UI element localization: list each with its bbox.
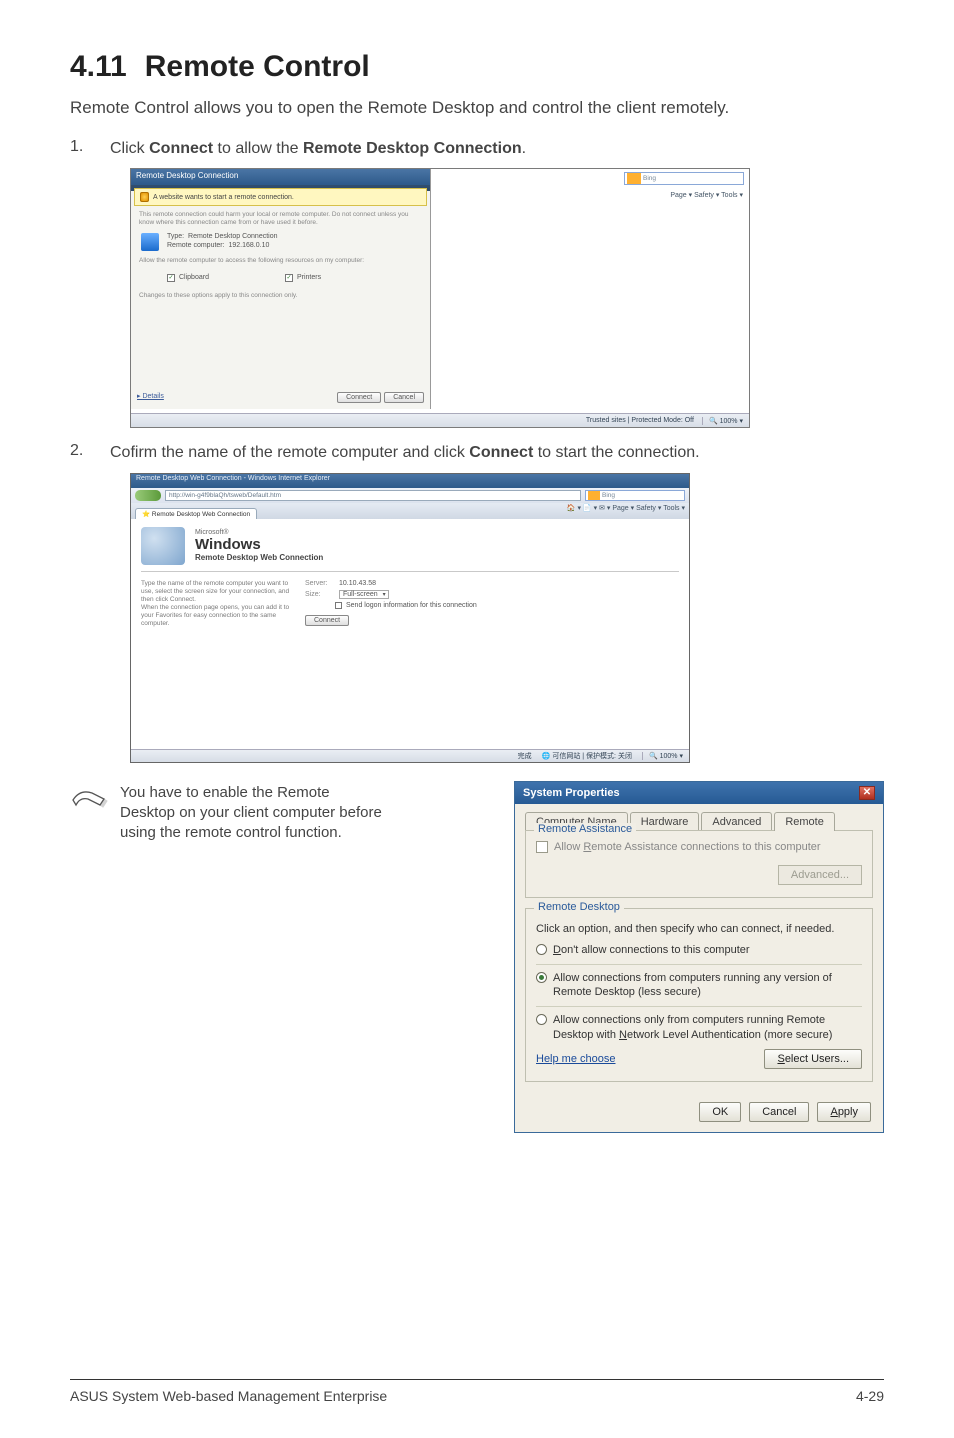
note-pencil-icon	[70, 785, 110, 815]
changes-note: Changes to these options apply to this c…	[139, 292, 422, 300]
windows-label: Windows	[195, 536, 323, 553]
rdweb-subtitle: Remote Desktop Web Connection	[195, 553, 323, 562]
allow-resources-text: Allow the remote computer to access the …	[139, 257, 422, 265]
ok-button[interactable]: OK	[699, 1102, 741, 1122]
radio-allow-nla[interactable]: Allow connections only from computers ru…	[536, 1013, 862, 1042]
radio-dont-allow[interactable]: Don't allow connections to this computer	[536, 943, 862, 957]
rdweb-connect-button[interactable]: Connect	[305, 615, 349, 626]
warning-description: This remote connection could harm your l…	[139, 211, 422, 227]
bing-icon	[588, 491, 600, 500]
ie-search-box[interactable]: Bing	[585, 490, 685, 501]
size-label: Size:	[305, 591, 335, 598]
microsoft-label: Microsoft®	[195, 529, 323, 536]
bing-icon	[627, 173, 641, 184]
ie-search-box[interactable]: Bing	[624, 172, 744, 185]
help-me-choose-link[interactable]: Help me choose	[536, 1053, 616, 1065]
apply-button[interactable]: Apply	[817, 1102, 871, 1122]
screenshot-rdweb: Remote Desktop Web Connection - Windows …	[130, 473, 690, 763]
tab-hardware[interactable]: Hardware	[630, 812, 700, 831]
checkbox-icon: ✓	[167, 274, 175, 282]
step-text: Cofirm the name of the remote computer a…	[110, 442, 884, 464]
allow-remote-assistance-checkbox[interactable]: Allow Remote Assistance connections to t…	[536, 841, 862, 853]
page-footer: ASUS System Web-based Management Enterpr…	[70, 1379, 884, 1404]
step-number: 1.	[70, 138, 110, 160]
size-select[interactable]: Full-screen	[339, 590, 389, 599]
system-properties-dialog: System Properties ✕ Computer Name Hardwa…	[514, 781, 884, 1133]
dialog-title: System Properties	[523, 787, 620, 799]
dialog-title: Remote Desktop Connection	[131, 169, 430, 185]
type-value: Remote Desktop Connection	[188, 233, 278, 240]
step-text: Click Connect to allow the Remote Deskto…	[110, 138, 884, 160]
radio-icon	[536, 1014, 547, 1025]
ie-title-bar: Remote Desktop Web Connection - Windows …	[131, 474, 689, 488]
computer-icon	[141, 233, 159, 251]
ra-advanced-button: Advanced...	[778, 865, 862, 885]
ra-legend: Remote Assistance	[534, 823, 636, 835]
shield-icon	[140, 192, 149, 202]
status-done: 完成	[518, 751, 532, 761]
remote-assistance-group: Remote Assistance Allow Remote Assistanc…	[525, 830, 873, 898]
step-2: 2. Cofirm the name of the remote compute…	[70, 442, 884, 464]
address-input[interactable]: http://win-g4f9blaQh/tsweb/Default.htm	[165, 490, 581, 501]
remote-computer-label: Remote computer:	[167, 242, 225, 249]
radio-allow-any[interactable]: Allow connections from computers running…	[536, 971, 862, 1000]
ie-command-bar[interactable]: 🏠 ▾ 📄 ▾ ✉ ▾ Page ▾ Safety ▾ Tools ▾	[567, 504, 685, 512]
section-title: Remote Control	[145, 50, 370, 83]
checkbox-icon[interactable]	[335, 602, 342, 609]
close-button[interactable]: ✕	[859, 786, 875, 800]
server-value: 10.10.43.58	[339, 580, 376, 587]
checkbox-icon	[536, 841, 548, 853]
printers-checkbox-row[interactable]: ✓Printers	[285, 274, 321, 282]
tab-advanced[interactable]: Advanced	[701, 812, 772, 831]
note-text: You have to enable the Remote Desktop on…	[120, 781, 385, 844]
type-label: Type:	[167, 233, 184, 240]
section-number: 4.11	[70, 50, 127, 84]
send-logon-label: Send logon information for this connecti…	[346, 602, 477, 609]
radio-icon	[536, 944, 547, 955]
nav-back-forward-icon[interactable]	[135, 490, 161, 501]
details-link[interactable]: ▸ Details	[137, 392, 164, 403]
clipboard-checkbox-row[interactable]: ✓Clipboard	[167, 274, 209, 282]
radio-allow-any-label: Allow connections from computers running…	[553, 971, 862, 1000]
cancel-button[interactable]: Cancel	[384, 392, 424, 403]
status-zoom[interactable]: 🔍 100% ▾	[642, 752, 683, 760]
rdweb-help-text: Type the name of the remote computer you…	[141, 580, 291, 629]
connect-button[interactable]: Connect	[337, 392, 381, 403]
server-label: Server:	[305, 580, 335, 587]
ie-address-bar-row: http://win-g4f9blaQh/tsweb/Default.htm B…	[131, 488, 689, 503]
cancel-button[interactable]: Cancel	[749, 1102, 809, 1122]
rdweb-logo-icon	[141, 527, 185, 565]
footer-page-number: 4-29	[856, 1388, 884, 1404]
step-1: 1. Click Connect to allow the Remote Des…	[70, 138, 884, 160]
checkbox-icon: ✓	[285, 274, 293, 282]
status-zone: 🌐 可信网站 | 保护模式: 关闭	[542, 751, 632, 761]
status-zone: Trusted sites | Protected Mode: Off	[586, 417, 694, 424]
footer-left: ASUS System Web-based Management Enterpr…	[70, 1388, 387, 1404]
ie-status-bar: 完成 🌐 可信网站 | 保护模式: 关闭 🔍 100% ▾	[131, 749, 689, 762]
browser-tab[interactable]: ⭐ Remote Desktop Web Connection	[135, 508, 257, 519]
intro-paragraph: Remote Control allows you to open the Re…	[70, 96, 884, 120]
select-users-button[interactable]: Select Users...	[764, 1049, 862, 1069]
step-number: 2.	[70, 442, 110, 464]
remote-computer-value: 192.168.0.10	[228, 242, 269, 249]
screenshot-rdc-dialog: _ ▢ ✕ Remote Desktop Connection A websit…	[130, 168, 750, 428]
warning-text: A website wants to start a remote connec…	[153, 194, 294, 201]
ie-command-bar[interactable]: Page ▾ Safety ▾ Tools ▾	[670, 191, 743, 199]
rd-description: Click an option, and then specify who ca…	[536, 923, 862, 935]
security-warning-bar: A website wants to start a remote connec…	[134, 188, 427, 206]
remote-desktop-group: Remote Desktop Click an option, and then…	[525, 908, 873, 1082]
status-zoom[interactable]: 🔍 100% ▾	[702, 417, 743, 425]
rd-legend: Remote Desktop	[534, 901, 624, 913]
radio-icon	[536, 972, 547, 983]
section-heading: 4.11 Remote Control	[70, 50, 884, 84]
ie-status-bar: Trusted sites | Protected Mode: Off 🔍 10…	[131, 413, 749, 427]
tab-remote[interactable]: Remote	[774, 812, 835, 831]
